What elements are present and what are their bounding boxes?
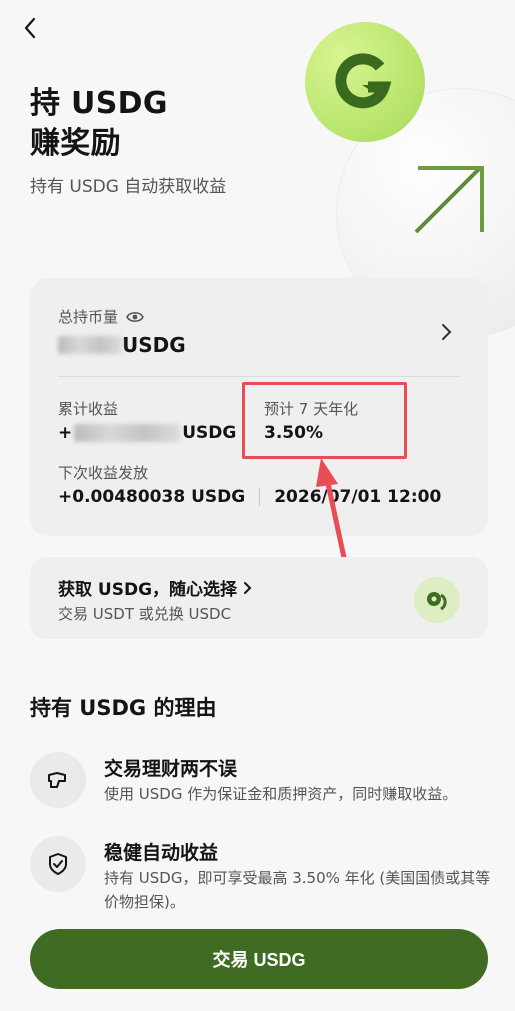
chevron-right-small-icon [244, 581, 252, 594]
reason-title: 稳健自动收益 [104, 842, 219, 864]
get-usdg-subtitle: 交易 USDT 或兑换 USDC [58, 605, 232, 623]
accumulated-earnings-label: 累计收益 [58, 400, 119, 418]
accumulated-earnings-prefix: + [58, 423, 73, 443]
total-holdings-label-row: 总持币量 [58, 306, 144, 327]
accumulated-earnings-value: + USDG [58, 423, 236, 443]
page-subtitle: 持有 USDG 自动获取收益 [30, 177, 227, 197]
next-payout-time: 2026/07/01 12:00 [274, 487, 442, 507]
usdg-logo-icon [305, 22, 425, 142]
reason-item: 交易理财两不误 使用 USDG 作为保证金和质押资产，同时赚取收益。 [30, 752, 490, 812]
trade-usdg-button[interactable]: 交易 USDG [30, 929, 488, 989]
total-holdings-label: 总持币量 [58, 308, 119, 326]
coins-icon [414, 577, 460, 623]
accumulated-earnings-unit: USDG [182, 423, 237, 443]
handshake-icon [30, 752, 86, 808]
next-payout-row: +0.00480038 USDG 2026/07/01 12:00 [58, 487, 441, 507]
usdg-rewards-page: 持 USDG 赚奖励 持有 USDG 自动获取收益 总持币量 USDG 累计收益… [0, 0, 515, 1011]
chevron-right-icon[interactable] [436, 322, 456, 342]
total-holdings-value: USDG [58, 333, 186, 357]
page-title-line2: 赚奖励 [30, 126, 121, 161]
reasons-section-title: 持有 USDG 的理由 [30, 696, 217, 720]
back-button[interactable] [14, 12, 46, 44]
page-title: 持 USDG 赚奖励 [30, 84, 168, 164]
hidden-amount-blur [74, 424, 181, 442]
next-payout-amount: +0.00480038 USDG [58, 487, 246, 507]
get-usdg-card[interactable]: 获取 USDG，随心选择 交易 USDT 或兑换 USDC [30, 557, 488, 639]
chevron-left-icon [24, 17, 36, 39]
reason-description: 持有 USDG，即可享受最高 3.50% 年化 (美国国债或其等价物担保)。 [104, 869, 491, 911]
page-title-line1: 持 USDG [30, 86, 168, 121]
vertical-divider [259, 488, 261, 506]
annotation-highlight-box [242, 382, 407, 459]
reason-item: 稳健自动收益 持有 USDG，即可享受最高 3.50% 年化 (美国国债或其等价… [30, 836, 490, 916]
shield-check-icon [30, 836, 86, 892]
reason-title: 交易理财两不误 [104, 758, 238, 780]
reason-description: 使用 USDG 作为保证金和质押资产，同时赚取收益。 [104, 785, 458, 803]
hidden-amount-blur [58, 336, 122, 354]
card-divider [58, 376, 460, 377]
total-holdings-unit: USDG [122, 333, 186, 357]
eye-icon[interactable] [126, 310, 144, 324]
next-payout-label: 下次收益发放 [58, 464, 149, 482]
get-usdg-title-row: 获取 USDG，随心选择 [58, 575, 253, 600]
arrow-up-right-icon [414, 166, 484, 234]
get-usdg-title: 获取 USDG，随心选择 [58, 580, 238, 600]
